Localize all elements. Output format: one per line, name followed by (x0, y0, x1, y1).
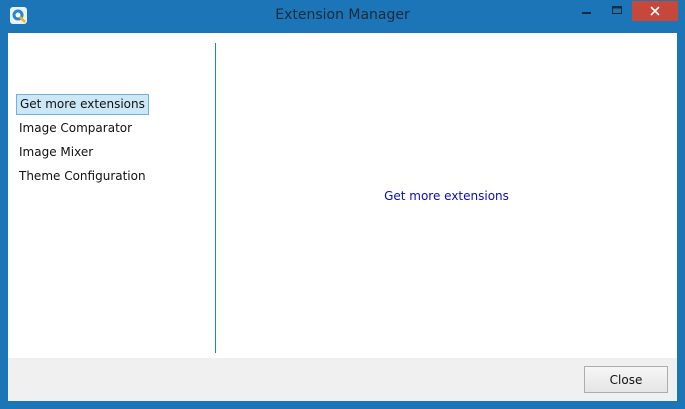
extension-item-image-comparator[interactable]: Image Comparator (16, 118, 135, 139)
extension-item-theme-configuration[interactable]: Theme Configuration (16, 166, 149, 187)
close-icon (650, 6, 660, 16)
maximize-icon (612, 6, 622, 14)
client-area: Get more extensions Image Comparator Ima… (8, 33, 677, 401)
minimize-button[interactable] (572, 1, 601, 21)
title-bar[interactable]: Extension Manager (0, 0, 685, 33)
close-button[interactable]: Close (584, 366, 668, 393)
extension-item-get-more-extensions[interactable]: Get more extensions (16, 94, 149, 115)
extension-manager-window: Extension Manager Get more extensions Im… (0, 0, 685, 409)
window-close-button[interactable] (632, 1, 678, 21)
app-icon (10, 7, 27, 24)
get-more-extensions-link[interactable]: Get more extensions (216, 189, 677, 203)
maximize-button[interactable] (603, 1, 631, 21)
extension-item-image-mixer[interactable]: Image Mixer (16, 142, 96, 163)
extension-list: Get more extensions Image Comparator Ima… (8, 33, 216, 358)
minimize-icon (582, 12, 591, 14)
footer-bar: Close (8, 358, 677, 401)
